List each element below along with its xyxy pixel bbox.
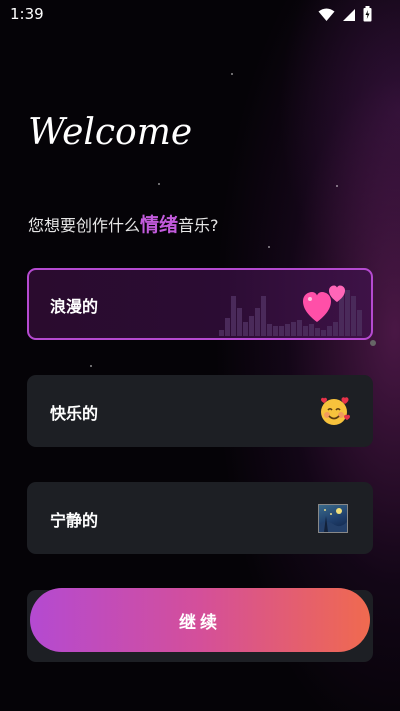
star: [336, 185, 338, 187]
night-scene-icon: [318, 504, 348, 533]
mood-label: 快乐的: [50, 404, 99, 423]
star: [231, 73, 233, 75]
mood-option-happy[interactable]: 快乐的: [27, 375, 373, 447]
mood-option-romantic[interactable]: 浪漫的: [27, 268, 373, 340]
mood-question: 您想要创作什么情绪音乐?: [28, 210, 219, 237]
mood-option-calm[interactable]: 宁静的: [27, 482, 373, 554]
smiling-face-with-hearts-icon: [319, 395, 351, 427]
star: [268, 246, 270, 248]
star: [158, 183, 160, 185]
continue-button[interactable]: 继续: [30, 588, 370, 652]
continue-button-label: 继续: [179, 612, 221, 633]
hearts-icon: [303, 282, 347, 324]
wifi-icon: [318, 7, 335, 26]
status-bar: 1:39: [0, 0, 400, 28]
question-text-after: 音乐?: [178, 216, 219, 235]
mood-label: 宁静的: [50, 511, 99, 530]
status-time: 1:39: [10, 5, 44, 23]
mood-label: 浪漫的: [50, 297, 99, 316]
scroll-indicator: [370, 340, 376, 346]
signal-icon: [342, 7, 356, 26]
question-text-before: 您想要创作什么: [28, 216, 141, 235]
screen: 1:39 Welcome 您想要创作什么情绪音乐? 浪漫的 快乐的 宁静的 继续: [0, 0, 400, 711]
question-highlight: 情绪: [140, 214, 179, 236]
status-icons: [318, 6, 372, 26]
battery-icon: [363, 6, 372, 26]
welcome-title: Welcome: [28, 112, 193, 153]
star: [90, 365, 92, 367]
